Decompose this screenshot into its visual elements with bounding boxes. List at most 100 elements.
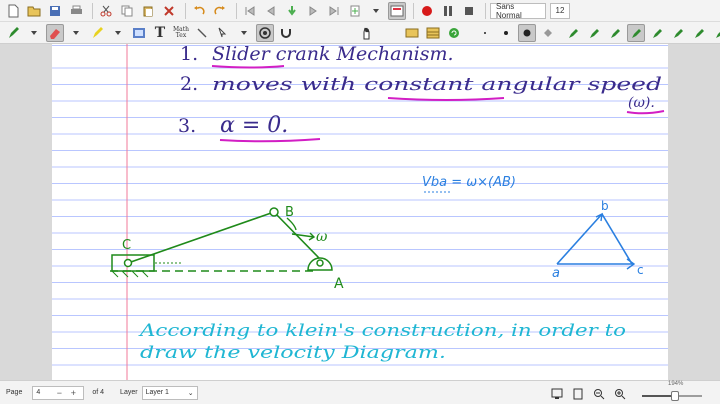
layer-label: Layer — [120, 389, 138, 396]
cut-icon[interactable] — [97, 2, 115, 20]
color-green-icon[interactable] — [585, 24, 603, 42]
ruler-tool-icon[interactable] — [193, 24, 211, 42]
chevron-down-icon: ⌄ — [187, 389, 194, 397]
color-teal-icon[interactable] — [606, 24, 624, 42]
select-rect-icon[interactable] — [214, 24, 232, 42]
toolbar-separator — [413, 2, 414, 19]
status-bar: Page 4 − + of 4 Layer Layer 1 ⌄ 194% — [0, 380, 720, 404]
zoom-slider[interactable] — [642, 391, 702, 401]
math-tex-icon[interactable]: Math Tex — [172, 24, 190, 42]
eraser-icon[interactable] — [46, 23, 64, 42]
note-line1-text: Slider crank Mechanism. — [212, 44, 454, 65]
go-to-page-icon[interactable] — [283, 2, 301, 20]
page-increment-icon[interactable]: + — [66, 386, 80, 400]
page-decrement-icon[interactable]: − — [52, 386, 66, 400]
copy-icon[interactable] — [118, 2, 136, 20]
view-mode-buttons — [548, 385, 632, 403]
pen-dropdown-icon[interactable] — [25, 24, 43, 42]
bottom-note-line1: According to klein's construction, in or… — [137, 321, 626, 341]
eraser-dropdown-icon[interactable] — [67, 24, 85, 42]
ruled-page[interactable]: 1. Slider crank Mechanism. 2. moves with… — [52, 44, 668, 380]
highlighter-icon[interactable] — [88, 24, 106, 42]
text-tool-icon[interactable]: T — [151, 24, 169, 42]
toolbar-separator — [92, 2, 93, 19]
hand-tool-icon[interactable] — [358, 24, 376, 42]
last-page-icon[interactable] — [325, 2, 343, 20]
print-icon[interactable] — [67, 2, 85, 20]
color-cyan-icon[interactable] — [669, 24, 687, 42]
main-toolbar: Sans Normal 12 — [0, 0, 720, 22]
color-selected-icon[interactable] — [627, 23, 645, 42]
velocity-label-a: a — [552, 266, 560, 281]
underline-alpha — [219, 138, 321, 143]
color-lime-icon[interactable] — [690, 24, 708, 42]
delete-icon[interactable] — [160, 2, 178, 20]
open-file-icon[interactable] — [25, 2, 43, 20]
slider-ground-hatch — [111, 270, 149, 278]
dot-medium-icon[interactable] — [497, 24, 515, 42]
math-tex-label-bottom: Tex — [175, 31, 187, 39]
save-icon[interactable] — [46, 2, 64, 20]
record-icon[interactable] — [418, 2, 436, 20]
page-count: of 4 — [92, 389, 105, 396]
velocity-label-b: b — [601, 199, 609, 213]
label-b: B — [285, 205, 294, 220]
select-rect-dropdown-icon[interactable] — [235, 24, 253, 42]
continuous-view-icon[interactable] — [569, 385, 587, 403]
joint-b — [269, 207, 279, 217]
next-page-icon[interactable] — [304, 2, 322, 20]
color-blue-icon[interactable] — [648, 24, 666, 42]
first-page-icon[interactable] — [241, 2, 259, 20]
fullscreen-icon[interactable] — [388, 1, 406, 20]
fill-color-icon[interactable] — [539, 24, 557, 42]
velocity-triangle: b a c — [552, 199, 644, 281]
zoom-in-icon[interactable] — [611, 385, 629, 403]
magnet-icon[interactable] — [277, 24, 295, 42]
font-name-field[interactable]: Sans Normal — [490, 2, 546, 20]
grid-tool-icon[interactable] — [424, 24, 442, 42]
velocity-label-c: c — [637, 263, 644, 277]
xournal-window: Sans Normal 12 T Math Tex 1. Slider cran… — [0, 0, 720, 404]
note-line3-number: 3. — [178, 115, 196, 137]
zoom-slider-thumb[interactable] — [671, 391, 679, 401]
single-page-view-icon[interactable] — [548, 385, 566, 403]
highlighter-dropdown-icon[interactable] — [109, 24, 127, 42]
velocity-bc-line — [601, 213, 633, 265]
stop-icon[interactable] — [460, 2, 478, 20]
joint-a — [316, 259, 324, 267]
pen-icon[interactable] — [4, 24, 22, 42]
omega-arrow — [291, 232, 316, 241]
undo-icon[interactable] — [190, 2, 208, 20]
color-dark-green-icon[interactable] — [711, 24, 720, 42]
page-canvas[interactable]: 1. Slider crank Mechanism. 2. moves with… — [0, 44, 720, 380]
color-black-icon[interactable] — [564, 24, 582, 42]
new-page-icon[interactable] — [4, 2, 22, 20]
note-line1-number: 1. — [180, 44, 198, 65]
paste-icon[interactable] — [139, 2, 157, 20]
pause-icon[interactable] — [439, 2, 457, 20]
previous-page-icon[interactable] — [262, 2, 280, 20]
page-number-value[interactable]: 4 — [36, 389, 40, 396]
zoom-out-icon[interactable] — [590, 385, 608, 403]
rectangle-tool-icon[interactable] — [403, 24, 421, 42]
redo-icon[interactable] — [211, 2, 229, 20]
image-tool-icon[interactable] — [130, 24, 148, 42]
joint-c — [123, 258, 133, 268]
label-a: A — [334, 276, 344, 292]
add-page-dropdown-icon[interactable] — [367, 2, 385, 20]
font-size-field[interactable]: 12 — [550, 2, 570, 19]
bottom-note-line2: draw the velocity Diagram. — [140, 343, 446, 363]
dot-small-icon[interactable] — [476, 24, 494, 42]
add-page-icon[interactable] — [346, 2, 364, 20]
page-drawing: 1. Slider crank Mechanism. 2. moves with… — [110, 44, 665, 380]
page-spinner[interactable]: 4 − + — [32, 385, 85, 400]
shape-recognizer-icon[interactable] — [256, 23, 274, 42]
label-omega: ω — [316, 229, 328, 245]
underline-omega — [626, 110, 665, 115]
toolbar-separator — [236, 2, 237, 19]
layer-select[interactable]: Layer 1 ⌄ — [141, 385, 198, 400]
note-line2-number: 2. — [180, 73, 198, 95]
velocity-ab-line — [556, 213, 603, 265]
dot-large-icon[interactable] — [518, 23, 536, 42]
refresh-icon[interactable] — [445, 24, 463, 42]
